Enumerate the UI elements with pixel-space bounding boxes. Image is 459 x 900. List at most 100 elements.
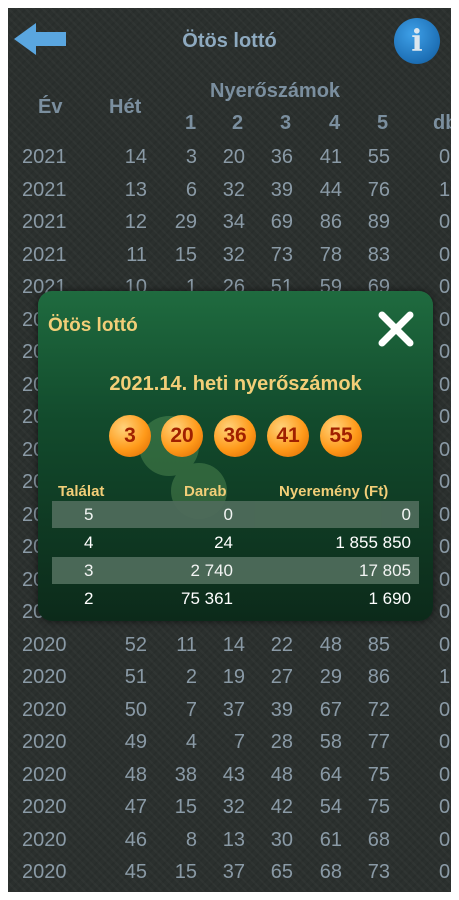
table-cell: 14 <box>124 146 147 168</box>
table-cell: 48 <box>319 633 342 656</box>
header-hit: Találat <box>58 483 105 500</box>
table-cell: 15 <box>174 243 197 266</box>
table-cell: 67 <box>319 698 342 721</box>
draw-row[interactable]: 2020 46 8 13 30 61 68 0 <box>8 823 451 856</box>
table-cell: 14 <box>222 633 245 656</box>
table-cell: 2020 <box>22 763 67 786</box>
table-cell: 0 <box>439 698 451 721</box>
dialog-title: Ötös lottó <box>48 315 138 336</box>
table-cell: 68 <box>367 828 390 851</box>
table-cell: 13 <box>222 828 245 851</box>
table-cell: 0 <box>439 276 451 298</box>
col-n2: 2 <box>232 112 244 134</box>
draw-row[interactable]: 2021 13 6 32 39 44 76 1 <box>8 173 451 206</box>
draw-row[interactable]: 2020 52 11 14 22 48 85 0 <box>8 628 451 661</box>
table-cell: 0 <box>439 536 451 558</box>
table-cell: 0 <box>439 763 451 786</box>
table-cell: 89 <box>367 211 390 233</box>
table-cell: 76 <box>367 178 390 201</box>
draw-row[interactable]: 2020 45 15 37 65 68 73 0 <box>8 855 451 888</box>
table-cell: 20 <box>222 146 245 168</box>
top-bar: Ötös lottó i <box>8 8 451 70</box>
table-cell: 38 <box>174 763 197 786</box>
table-cell: 39 <box>270 698 293 721</box>
info-icon[interactable]: i <box>394 18 440 64</box>
table-cell: 32 <box>222 243 245 266</box>
table-cell: 0 <box>439 503 451 526</box>
table-cell: 54 <box>319 796 342 818</box>
table-cell: 32 <box>222 178 245 201</box>
draw-row[interactable]: 2020 48 38 43 48 64 75 0 <box>8 758 451 791</box>
table-cell: 0 <box>439 406 451 428</box>
table-cell: 42 <box>270 796 293 818</box>
col-year: Év <box>38 96 63 118</box>
table-cell: 73 <box>367 861 390 883</box>
table-cell: 2020 <box>22 698 67 721</box>
col-numbers: Nyerőszámok <box>210 80 341 102</box>
table-cell: 45 <box>124 861 147 883</box>
table-cell: 2020 <box>22 796 67 818</box>
table-cell: 2020 <box>22 666 67 688</box>
table-cell: 65 <box>270 861 293 883</box>
draw-row[interactable]: 2021 14 3 20 36 41 55 0 <box>8 140 451 173</box>
table-cell: 51 <box>124 666 147 688</box>
prize-row: 3 2 740 17 805 <box>52 557 419 584</box>
header-count: Darab <box>184 483 227 500</box>
table-cell: 75 <box>367 796 390 818</box>
draw-row[interactable]: 2020 49 4 7 28 58 77 0 <box>8 725 451 758</box>
table-cell: 0 <box>439 568 451 591</box>
table-cell: 32 <box>222 796 245 818</box>
table-cell: 44 <box>319 178 342 201</box>
table-cell: 0 <box>439 438 451 461</box>
table-cell: 2021 <box>22 146 67 168</box>
draw-row[interactable]: 2020 50 7 37 39 67 72 0 <box>8 693 451 726</box>
table-cell: 47 <box>124 796 147 818</box>
ball-5: 55 <box>320 415 362 457</box>
table-cell: 86 <box>319 211 342 233</box>
ball-1: 3 <box>109 415 151 457</box>
table-cell: 28 <box>270 731 293 753</box>
draw-row[interactable]: 2021 12 29 34 69 86 89 0 <box>8 205 451 238</box>
table-cell: 0 <box>439 861 451 883</box>
table-cell: 1 <box>439 666 451 688</box>
table-cell: 0 <box>439 633 451 656</box>
table-cell: 19 <box>222 666 245 688</box>
table-cell: 83 <box>367 243 390 266</box>
table-cell: 1 <box>439 178 451 201</box>
table-cell: 46 <box>124 828 147 851</box>
draw-row[interactable]: 2020 47 15 32 42 54 75 0 <box>8 790 451 823</box>
table-cell: 49 <box>124 731 147 753</box>
prize-row: 2 75 361 1 690 <box>84 589 411 608</box>
table-cell: 0 <box>439 308 451 331</box>
draw-row[interactable]: 2021 11 15 32 73 78 83 0 <box>8 238 451 271</box>
table-cell: 2021 <box>22 243 67 266</box>
table-cell: 36 <box>270 146 293 168</box>
ball-4: 41 <box>267 415 309 457</box>
table-cell: 0 <box>439 731 451 753</box>
table-cell: 2020 <box>22 731 67 753</box>
close-icon[interactable] <box>376 309 416 349</box>
table-cell: 41 <box>319 146 342 168</box>
table-cell: 37 <box>222 698 245 721</box>
page-title: Ötös lottó <box>182 30 277 52</box>
ball-3: 36 <box>214 415 256 457</box>
table-cell: 77 <box>367 731 390 753</box>
table-cell: 2021 <box>22 178 67 201</box>
table-cell: 2020 <box>22 633 67 656</box>
table-cell: 86 <box>367 666 390 688</box>
table-cell: 6 <box>185 178 197 201</box>
table-cell: 0 <box>439 796 451 818</box>
draw-row[interactable]: 2020 51 2 19 27 29 86 1 <box>8 660 451 693</box>
table-cell: 27 <box>270 666 293 688</box>
table-cell: 50 <box>124 698 147 721</box>
table-cell: 61 <box>319 828 342 851</box>
table-cell: 22 <box>270 633 293 656</box>
table-cell: 58 <box>319 731 342 753</box>
info-label: i <box>411 24 423 59</box>
col-n1: 1 <box>185 112 197 134</box>
table-cell: 75 <box>367 763 390 786</box>
table-cell: 64 <box>319 763 342 786</box>
table-cell: 30 <box>270 828 293 851</box>
table-cell: 0 <box>439 828 451 851</box>
table-cell: 37 <box>222 861 245 883</box>
